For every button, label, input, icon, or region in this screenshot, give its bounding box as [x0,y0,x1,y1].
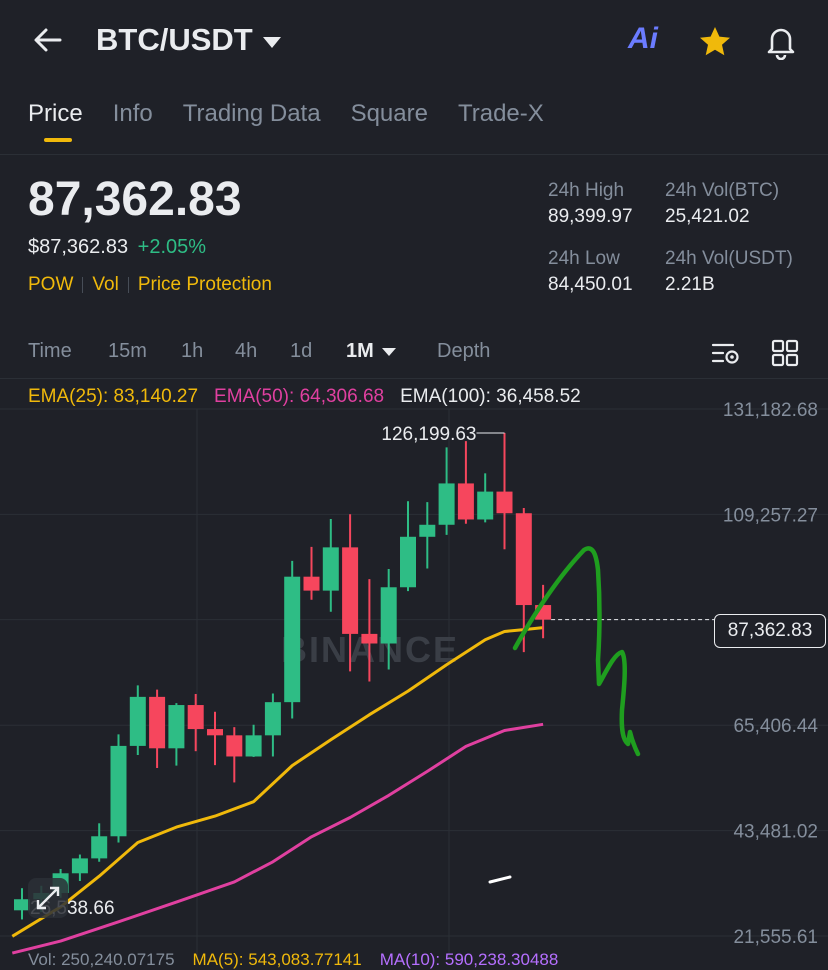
candle-body [71,858,88,874]
vol-usdt-label: 24h Vol(USDT) [665,248,793,269]
low-value: 84,450.01 [548,274,633,295]
y-tick-label: 21,555.61 [733,927,818,948]
tag-separator [127,277,129,293]
candle-body [264,702,281,736]
timeframe-bar: Time 15m 1h 4h 1d 1M Depth [28,340,490,363]
top-bar: BTC/USDT Ai [0,0,828,86]
tab-trading-data[interactable]: Trading Data [183,100,321,142]
candle-body [303,576,320,591]
fiat-price-row: $87,362.83 +2.05% [28,236,206,259]
vol-btc-value: 25,421.02 [665,206,750,227]
y-tick-label: 65,406.44 [733,716,818,737]
tab-trade-x[interactable]: Trade-X [458,100,544,142]
ma10-label: MA(10): 590,238.30488 [379,950,559,969]
y-tick-label: 131,182.68 [723,400,818,421]
candle-body [361,633,378,644]
ema25-line [11,626,544,938]
timeframe-1m-selector[interactable]: 1M [346,340,437,363]
vol-btc-label: 24h Vol(BTC) [665,180,780,201]
bell-icon[interactable] [762,22,800,60]
candle-body [419,524,436,537]
candle-body [245,735,262,757]
divider [0,154,828,155]
tag-vol[interactable]: Vol [92,274,118,296]
candle-body [438,483,455,525]
ai-assistant-icon[interactable]: Ai [628,22,658,56]
high-label: 24h High [548,180,625,201]
price-change: +2.05% [137,236,207,258]
tag-row: POW Vol Price Protection [28,274,272,296]
current-price-label: 87,362.83 [727,620,813,641]
favorite-star-icon[interactable] [697,24,733,60]
candle-body [91,836,108,859]
candle-body [496,491,513,514]
timeframe-time[interactable]: Time [28,340,108,363]
candle-body [342,547,359,634]
y-tick-label: 109,257.27 [723,505,818,526]
candle-body [187,705,204,730]
timeframe-1h[interactable]: 1h [181,340,235,363]
candle-body [168,705,185,749]
vol-usdt-value: 2.21B [665,274,715,295]
back-arrow-icon[interactable] [30,22,66,58]
candle-body [129,696,146,746]
timeframe-4h[interactable]: 4h [235,340,290,363]
ma5-label: MA(5): 543,083.77141 [192,950,362,969]
chevron-down-icon [262,36,281,48]
layout-grid-icon[interactable] [771,339,799,367]
candle-body [457,483,474,520]
fullscreen-expand-icon[interactable] [28,878,68,918]
candle-body [110,745,127,837]
indicator-settings-icon[interactable] [711,340,741,368]
tab-square[interactable]: Square [351,100,428,142]
volume-legend: Vol: 250,240.07175 MA(5): 543,083.77141 … [28,950,558,970]
candle-body [14,899,30,911]
candle-body [322,547,339,591]
candle-body [149,696,166,749]
ema50-label: EMA(50): 64,306.68 [214,386,385,407]
candle-body [284,576,301,703]
timeframe-1d[interactable]: 1d [290,340,346,363]
high-value: 89,399.97 [548,206,633,227]
divider [0,378,828,379]
tab-info[interactable]: Info [113,100,153,142]
candle-body [400,536,416,588]
candlestick-chart[interactable]: BINANCE131,182.68109,257.2765,406.4443,4… [0,380,828,960]
candle-body [380,587,397,644]
ema25-label: EMA(25): 83,140.27 [28,386,199,407]
ema-legend: EMA(25): 83,140.27 EMA(50): 64,306.68 EM… [28,386,581,408]
stray-annotation-mark [488,875,512,884]
section-tabs: Price Info Trading Data Square Trade-X [28,100,544,142]
hand-drawn-annotation [512,546,641,757]
chevron-down-icon [381,347,396,356]
tag-separator [82,277,84,293]
candle-body [226,735,243,757]
pair-selector[interactable]: BTC/USDT [96,22,281,58]
max-price-label: 126,199.63 [381,424,476,445]
timeframe-depth[interactable]: Depth [437,340,490,363]
tag-pow[interactable]: POW [28,274,73,296]
fiat-price: $87,362.83 [28,236,129,258]
candle-body [477,491,494,520]
tab-price[interactable]: Price [28,100,83,142]
timeframe-1m-label: 1M [346,340,374,362]
y-tick-label: 43,481.02 [733,822,818,843]
ema100-label: EMA(100): 36,458.52 [400,386,581,407]
current-price-tag: 87,362.83 [714,614,826,648]
tag-price-protection[interactable]: Price Protection [138,274,272,296]
volume-label: Vol: 250,240.07175 [28,950,175,969]
ai-label: Ai [628,22,658,55]
candle-body [207,729,223,736]
timeframe-15m[interactable]: 15m [108,340,181,363]
low-label: 24h Low [548,248,620,269]
last-price: 87,362.83 [28,173,242,226]
pair-label: BTC/USDT [96,22,253,57]
candle-body [515,513,532,606]
